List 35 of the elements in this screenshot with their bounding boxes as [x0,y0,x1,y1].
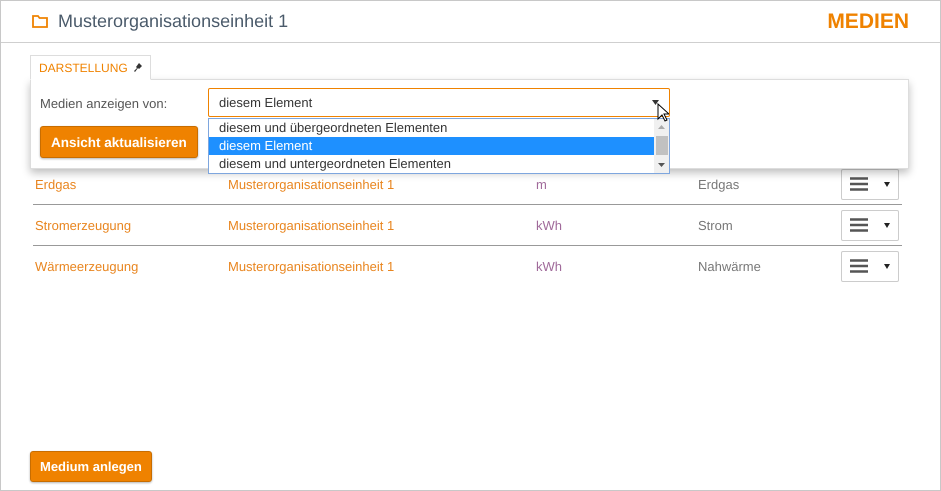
page-title: Musterorganisationseinheit 1 [58,11,290,32]
table-cell[interactable]: Musterorganisationseinheit 1 [228,176,536,192]
scrollbar[interactable] [654,119,669,173]
table-cell-text: m [536,176,548,192]
dropdown-option[interactable]: diesem und übergeordneten Elementen [209,119,654,137]
section-title: MEDIEN [827,10,909,34]
table-cell[interactable]: Erdgas [35,176,228,192]
menu-icon [850,177,868,191]
caret-icon [884,222,890,228]
filter-label: Medien anzeigen von: [40,96,168,111]
table-cell[interactable]: Musterorganisationseinheit 1 [228,218,536,232]
caret-icon [652,100,659,105]
table-cell-text: kWh [536,258,563,274]
table-cell-text: kWh [536,218,563,232]
tab[interactable]: DARSTELLUNG [30,55,151,80]
create-medium-button[interactable]: Medium anlegen [30,451,152,482]
table-cell-text: Erdgas [698,176,740,192]
menu-icon [850,259,868,273]
table-cell[interactable]: Stromerzeugung [35,218,228,232]
row-menu-button[interactable] [841,210,899,240]
menu-icon [850,218,868,232]
table-cell-text: Nahwärme [698,258,762,274]
filter-select[interactable]: diesem Element [208,88,670,117]
row-menu-button[interactable] [841,168,899,200]
table-cell[interactable]: Musterorganisationseinheit 1 [228,258,536,274]
pin-icon [134,63,142,72]
dropdown-option[interactable]: diesem Element [209,137,654,155]
dropdown-option[interactable]: diesem und untergeordneten Elementen [209,155,654,173]
table-cell-text: Strom [698,218,734,232]
caret-icon [884,182,890,186]
refresh-button[interactable]: Ansicht aktualisieren [40,126,198,158]
table-cell[interactable]: Wärmeerzeugung [35,258,228,274]
folder-icon [32,15,48,28]
caret-icon [884,264,890,268]
row-menu-button[interactable] [841,250,899,282]
